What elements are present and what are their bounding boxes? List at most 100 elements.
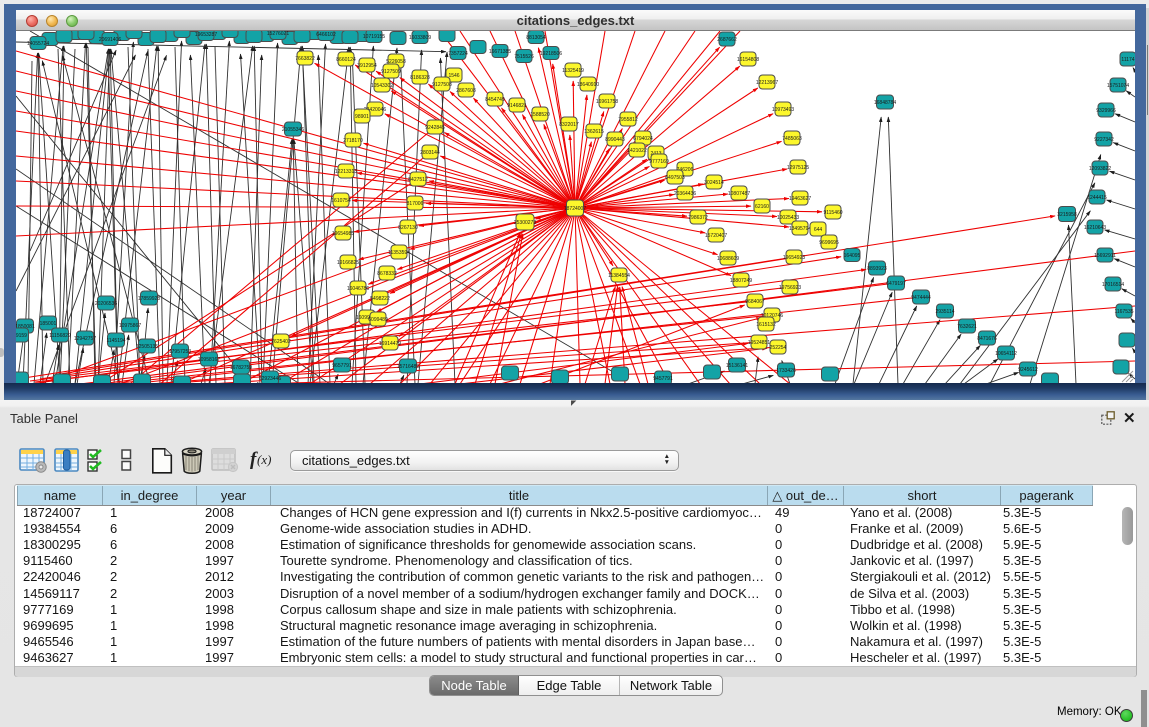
- svg-text:16671385: 16671385: [489, 49, 511, 55]
- svg-text:3215958: 3215958: [1057, 212, 1077, 218]
- svg-text:10973493: 10973493: [772, 107, 794, 113]
- svg-text:10654112: 10654112: [995, 351, 1017, 357]
- svg-text:14055724: 14055724: [27, 41, 49, 47]
- svg-text:19756923: 19756923: [779, 285, 801, 291]
- svg-text:1244415: 1244415: [1087, 195, 1107, 201]
- svg-text:6497503: 6497503: [665, 175, 685, 181]
- svg-text:7625402: 7625402: [271, 339, 291, 345]
- svg-text:17859928: 17859928: [138, 296, 160, 302]
- svg-text:15692911: 15692911: [1094, 253, 1116, 259]
- svg-text:1145194: 1145194: [106, 338, 125, 344]
- svg-text:16914479: 16914479: [379, 341, 401, 347]
- svg-text:10958167: 10958167: [198, 357, 220, 363]
- svg-text:1362615: 1362615: [584, 129, 604, 135]
- svg-text:11384554: 11384554: [608, 273, 630, 279]
- svg-text:12213313: 12213313: [335, 169, 357, 175]
- svg-text:5498222: 5498222: [370, 296, 390, 302]
- svg-text:15716485: 15716485: [397, 364, 419, 370]
- svg-text:1733426: 1733426: [776, 368, 796, 374]
- svg-text:10719155: 10719155: [363, 34, 385, 40]
- svg-text:817006: 817006: [407, 201, 424, 207]
- svg-text:17957253: 17957253: [169, 349, 191, 355]
- svg-text:13495794: 13495794: [789, 226, 811, 232]
- svg-text:10807487: 10807487: [728, 191, 750, 197]
- svg-text:8454749: 8454749: [485, 97, 505, 103]
- svg-text:7357224: 7357224: [448, 51, 468, 57]
- svg-text:18640910: 18640910: [577, 82, 599, 88]
- svg-text:9115460: 9115460: [823, 210, 842, 216]
- svg-text:98901: 98901: [355, 114, 369, 120]
- svg-text:19524851: 19524851: [748, 340, 770, 346]
- svg-text:(x): (x): [257, 452, 271, 467]
- svg-text:12942757: 12942757: [74, 336, 96, 342]
- svg-text:15751074: 15751074: [1107, 83, 1129, 89]
- svg-text:2803144: 2803144: [420, 150, 440, 156]
- svg-text:8471676: 8471676: [977, 336, 997, 342]
- svg-text:8322017: 8322017: [559, 122, 579, 128]
- svg-text:9127509: 9127509: [381, 69, 401, 75]
- svg-text:19463627: 19463627: [789, 196, 811, 202]
- svg-text:12505135: 12505135: [136, 344, 158, 350]
- svg-text:1167535: 1167535: [1114, 309, 1133, 315]
- svg-text:9127508: 9127508: [432, 82, 452, 88]
- svg-text:1588520: 1588520: [530, 112, 550, 118]
- svg-text:164095: 164095: [844, 253, 861, 259]
- svg-text:11325419: 11325419: [562, 68, 584, 74]
- svg-text:3024514: 3024514: [704, 180, 724, 186]
- svg-text:8427512: 8427512: [408, 177, 428, 183]
- svg-text:6466102: 6466102: [316, 32, 336, 38]
- svg-text:6479197: 6479197: [886, 281, 906, 287]
- svg-text:16046786: 16046786: [347, 286, 369, 292]
- svg-text:7663822: 7663822: [295, 56, 315, 62]
- svg-text:9457791: 9457791: [653, 376, 673, 382]
- svg-text:7632621: 7632621: [957, 324, 977, 330]
- svg-text:19654985: 19654985: [332, 231, 354, 237]
- svg-text:21055346: 21055346: [282, 127, 304, 133]
- svg-text:6099489: 6099489: [368, 317, 388, 323]
- svg-text:1546: 1546: [448, 73, 459, 79]
- svg-text:2935114: 2935114: [935, 309, 954, 315]
- svg-text:1610754: 1610754: [331, 198, 351, 204]
- svg-text:8660124: 8660124: [336, 57, 356, 63]
- svg-text:10975867: 10975867: [119, 323, 141, 329]
- svg-text:10688609: 10688609: [717, 256, 739, 262]
- svg-text:12923446: 12923446: [259, 376, 281, 382]
- svg-text:8813054: 8813054: [526, 35, 546, 41]
- svg-text:1615132: 1615132: [756, 322, 776, 328]
- svg-text:15276021: 15276021: [267, 31, 289, 37]
- svg-text:39159: 39159: [16, 333, 27, 339]
- svg-text:9684067: 9684067: [745, 299, 765, 305]
- svg-text:7955812: 7955812: [618, 117, 638, 123]
- svg-text:18807249: 18807249: [730, 278, 752, 284]
- svg-text:62160: 62160: [755, 204, 769, 210]
- svg-text:2867608: 2867608: [456, 88, 476, 94]
- svg-text:18724007: 18724007: [564, 206, 586, 212]
- svg-text:19654923: 19654923: [783, 255, 805, 261]
- svg-text:6794024: 6794024: [633, 136, 653, 142]
- svg-text:16961758: 16961758: [596, 99, 618, 105]
- svg-text:25300273: 25300273: [514, 220, 536, 226]
- svg-text:12975125: 12975125: [787, 165, 809, 171]
- svg-text:8678332: 8678332: [377, 271, 397, 277]
- svg-text:9699695: 9699695: [819, 240, 839, 246]
- svg-text:16154808: 16154808: [737, 57, 759, 63]
- svg-text:7986372: 7986372: [688, 215, 708, 221]
- svg-text:20691406: 20691406: [99, 37, 121, 43]
- svg-text:16210643: 16210643: [1084, 225, 1106, 231]
- svg-text:644: 644: [814, 227, 823, 233]
- svg-text:9146821: 9146821: [507, 103, 527, 109]
- svg-text:1421022: 1421022: [627, 148, 647, 154]
- svg-text:11156829: 11156829: [49, 333, 71, 339]
- svg-text:15136141: 15136141: [726, 363, 748, 369]
- svg-text:11174: 11174: [1121, 57, 1134, 63]
- svg-text:7515526: 7515526: [514, 54, 534, 60]
- svg-text:20206536: 20206536: [95, 301, 117, 307]
- svg-text:252254: 252254: [770, 345, 787, 351]
- svg-text:9245612: 9245612: [1018, 367, 1038, 373]
- svg-text:2718170: 2718170: [343, 138, 363, 144]
- svg-text:19653287: 19653287: [195, 32, 217, 38]
- svg-text:20364436: 20364436: [674, 191, 696, 197]
- svg-text:10025433: 10025433: [777, 215, 799, 221]
- svg-text:9227342: 9227342: [1094, 137, 1114, 143]
- svg-text:12093822: 12093822: [1089, 166, 1111, 172]
